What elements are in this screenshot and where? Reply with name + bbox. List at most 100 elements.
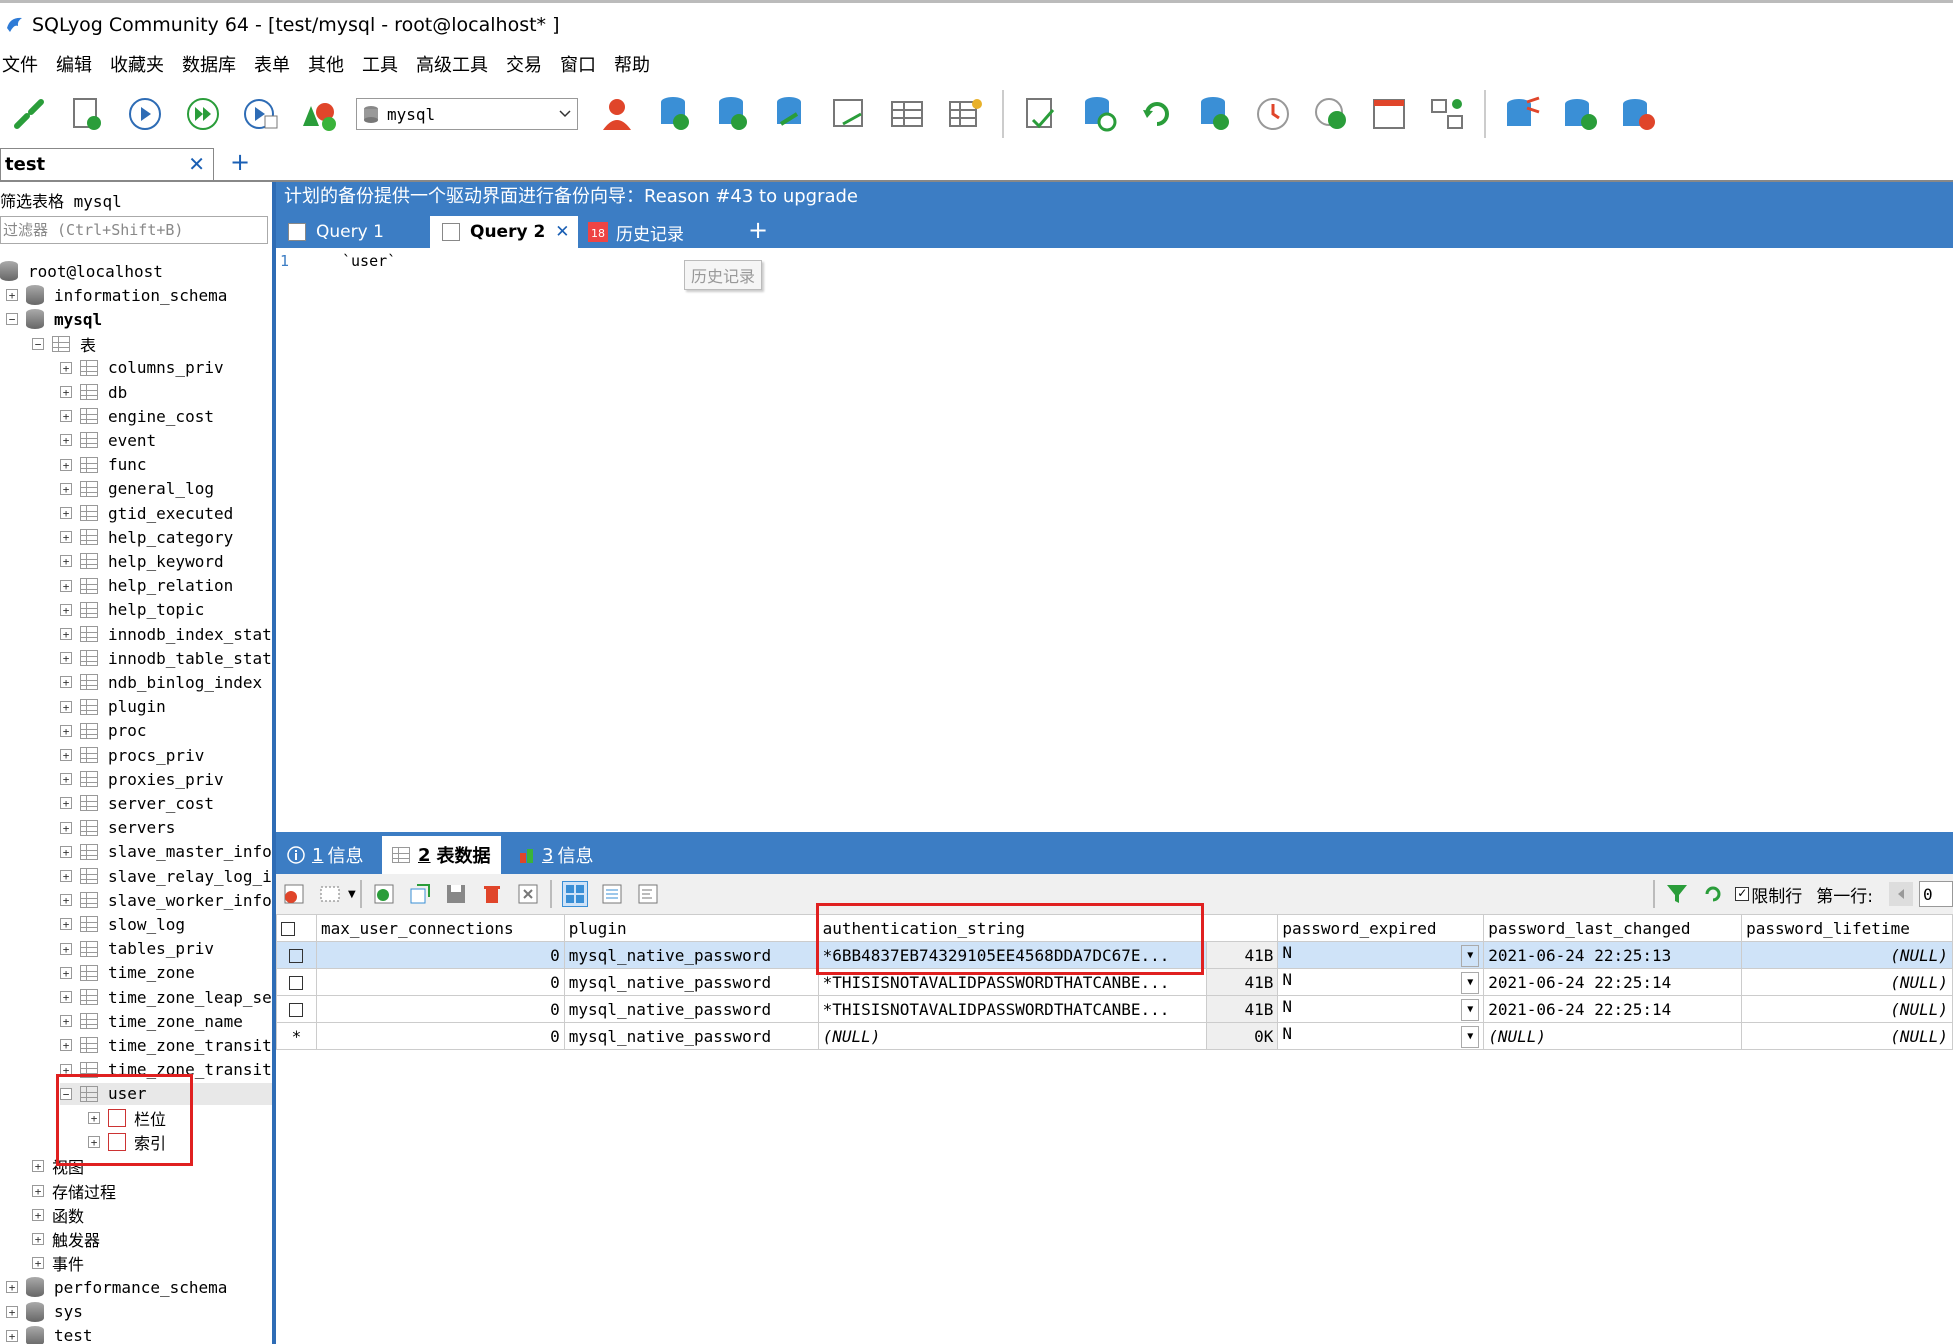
text-view-icon[interactable] (636, 882, 660, 906)
db-export-icon[interactable] (712, 93, 754, 135)
tree-table-time-zone-name[interactable]: + time_zone_name (60, 1010, 243, 1032)
cell-password-expired[interactable]: ▼ N (1277, 1022, 1485, 1050)
cell-size[interactable]: 41B (1205, 941, 1279, 969)
form-view-icon[interactable] (600, 882, 624, 906)
add-connection-tab-button[interactable]: + (230, 148, 250, 176)
cell-password-expired[interactable]: ▼ N (1277, 941, 1485, 969)
expand-icon[interactable]: + (60, 918, 72, 931)
collapse-icon[interactable]: − (32, 337, 44, 350)
tree-table-tables-priv[interactable]: + tables_priv (60, 938, 214, 960)
chevron-down-icon[interactable]: ▼ (1461, 945, 1480, 967)
expand-icon[interactable]: + (32, 1208, 44, 1221)
select-all-header[interactable] (276, 914, 317, 942)
expand-icon[interactable]: + (60, 628, 72, 640)
expand-icon[interactable]: + (60, 579, 72, 592)
cell-plugin[interactable]: mysql_native_password (563, 995, 819, 1023)
cell-size[interactable]: 41B (1205, 995, 1279, 1023)
chevron-down-icon[interactable]: ▼ (1461, 972, 1480, 994)
db-restore-icon[interactable] (1618, 93, 1660, 135)
tree-table-innodb-index-stats[interactable]: + innodb_index_stats (60, 623, 272, 645)
tree-table-help-topic[interactable]: + help_topic (60, 599, 204, 621)
tab-result-messages[interactable]: 1 信息 (286, 836, 363, 874)
expand-icon[interactable]: + (60, 942, 72, 955)
tree-server-root[interactable]: root@localhost (0, 260, 163, 282)
upgrade-banner[interactable]: 计划的备份提供一个驱动界面进行备份向导：Reason #43 to upgrad… (276, 182, 1953, 212)
expand-icon[interactable]: + (32, 1160, 44, 1173)
expand-icon[interactable]: + (60, 821, 72, 834)
tree-db-mysql[interactable]: − mysql (6, 308, 102, 330)
expand-icon[interactable]: + (60, 749, 72, 761)
new-query-icon[interactable] (66, 93, 108, 135)
expand-icon[interactable]: + (60, 410, 72, 423)
expand-icon[interactable]: + (60, 482, 72, 495)
save-icon[interactable] (444, 882, 468, 906)
tree-table-db[interactable]: + db (60, 381, 127, 403)
tree-table-columns-priv[interactable]: + columns_priv (60, 357, 224, 379)
cell-size[interactable]: 41B (1205, 968, 1279, 996)
tree-table-time-zone[interactable]: + time_zone (60, 962, 195, 984)
cell-password-last-changed[interactable]: 2021-06-24 22:25:14 (1483, 968, 1743, 996)
cell-marker[interactable] (276, 968, 317, 996)
tree-table-time-zone-transition[interactable]: + time_zone_transition (60, 1034, 272, 1056)
cancel-changes-icon[interactable] (516, 882, 540, 906)
menu-table[interactable]: 表单 (254, 51, 296, 77)
column-header[interactable]: max_user_connections (315, 914, 565, 942)
sql-formatter-icon[interactable] (1020, 93, 1062, 135)
limit-rows-checkbox[interactable]: ✓ (1735, 887, 1750, 901)
menu-favorites[interactable]: 收藏夹 (110, 51, 170, 77)
menu-other[interactable]: 其他 (308, 51, 350, 77)
expand-icon[interactable]: + (60, 603, 72, 616)
expand-icon[interactable]: + (60, 845, 72, 858)
tree-table-help-category[interactable]: + help_category (60, 526, 233, 548)
menu-file[interactable]: 文件 (2, 51, 44, 77)
expand-icon[interactable]: + (32, 1184, 44, 1197)
menu-transaction[interactable]: 交易 (506, 51, 548, 77)
tab-query-2[interactable]: Query 2 ✕ (430, 216, 578, 248)
collapse-icon[interactable]: − (6, 313, 18, 326)
execute-all-icon[interactable] (182, 93, 224, 135)
sql-editor[interactable]: 1 `user` 历史记录 (276, 248, 1953, 830)
scheduler-clock-icon[interactable] (1252, 93, 1294, 135)
expand-icon[interactable]: + (60, 386, 72, 398)
menu-edit[interactable]: 编辑 (56, 51, 98, 77)
table-structure-icon[interactable] (886, 93, 928, 135)
expand-icon[interactable]: + (60, 555, 72, 568)
column-header[interactable]: password_last_changed (1483, 914, 1743, 942)
tree-table-event[interactable]: + event (60, 429, 156, 451)
db-sync-icon[interactable] (1078, 93, 1120, 135)
db-backup-icon[interactable] (1194, 93, 1236, 135)
add-row-icon[interactable] (372, 882, 396, 906)
tree-table-help-relation[interactable]: + help_relation (60, 575, 233, 597)
cell-password-expired[interactable]: ▼ N (1277, 968, 1485, 996)
expand-icon[interactable]: + (6, 289, 18, 302)
menu-database[interactable]: 数据库 (182, 51, 242, 77)
tree-table-proxies-priv[interactable]: + proxies_priv (60, 768, 224, 790)
tab-table-data[interactable]: 2 表数据 (382, 836, 501, 874)
close-icon[interactable]: ✕ (555, 222, 569, 242)
cell-password-last-changed[interactable]: 2021-06-24 22:25:13 (1483, 941, 1743, 969)
tree-folder-procedures[interactable]: + 存储过程 (32, 1180, 116, 1202)
db-migration-icon[interactable] (1502, 93, 1544, 135)
cell-password-lifetime[interactable]: (NULL) (1741, 995, 1953, 1023)
cell-max-user-connections[interactable]: 0 (315, 1022, 565, 1050)
tree-table-slave-worker-info[interactable]: + slave_worker_info (60, 889, 272, 911)
tree-folder-triggers[interactable]: + 触发器 (32, 1228, 100, 1250)
expand-icon[interactable]: + (60, 458, 72, 471)
cell-size[interactable]: 0K (1205, 1022, 1279, 1050)
expand-icon[interactable]: + (6, 1329, 18, 1342)
chevron-down-icon[interactable]: ▼ (1461, 1026, 1480, 1048)
menu-advanced-tools[interactable]: 高级工具 (416, 51, 494, 77)
cell-password-lifetime[interactable]: (NULL) (1741, 968, 1953, 996)
expand-icon[interactable]: + (60, 724, 72, 737)
cell-password-lifetime[interactable]: (NULL) (1741, 1022, 1953, 1050)
db-import-icon[interactable] (654, 93, 696, 135)
column-header[interactable]: password_expired (1277, 914, 1485, 942)
refresh-icon[interactable] (1136, 93, 1178, 135)
tree-table-server-cost[interactable]: + server_cost (60, 792, 214, 814)
tab-query-1[interactable]: Query 1 (276, 216, 424, 248)
tree-folder-tables[interactable]: − 表 (32, 333, 96, 355)
cell-plugin[interactable]: mysql_native_password (563, 968, 819, 996)
tree-table-proc[interactable]: + proc (60, 720, 147, 742)
schema-designer-icon[interactable] (298, 93, 340, 135)
tree-table-slave-master-info[interactable]: + slave_master_info (60, 841, 272, 863)
